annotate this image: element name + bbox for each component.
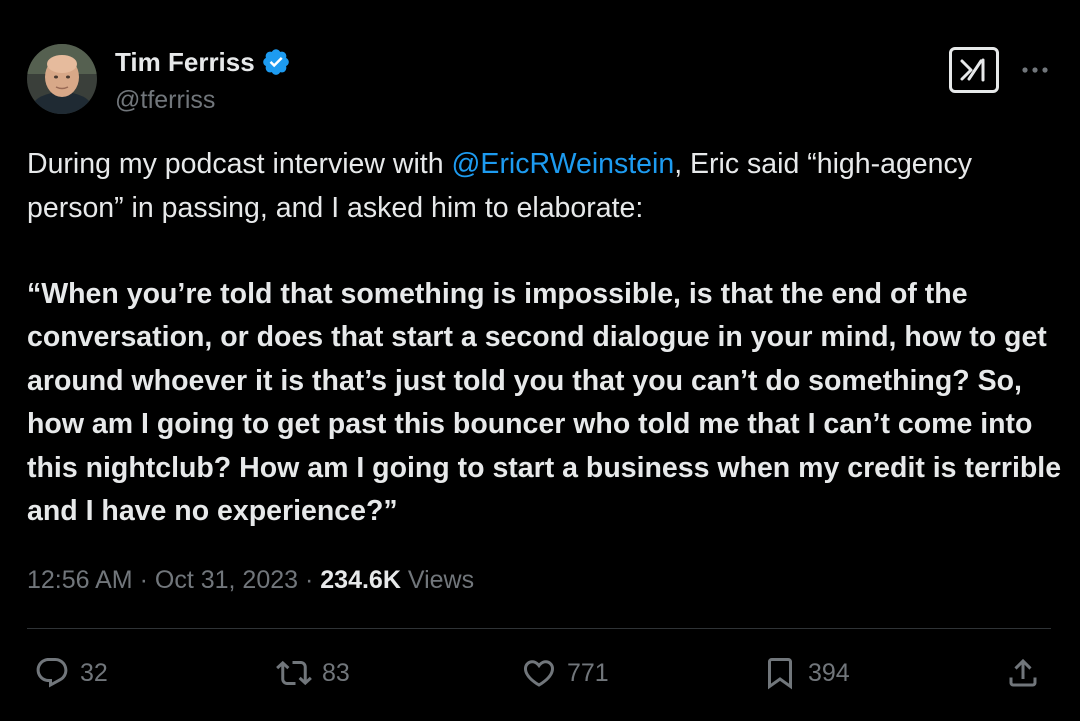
tweet-time[interactable]: 12:56 AM <box>27 566 133 594</box>
heart-icon <box>523 660 555 687</box>
display-name[interactable]: Tim Ferriss <box>115 46 255 78</box>
reply-bubble-icon <box>36 658 68 688</box>
share-button[interactable] <box>1005 648 1041 698</box>
like-count: 771 <box>567 658 609 687</box>
verified-badge-icon <box>261 47 291 77</box>
bookmark-count: 394 <box>808 658 850 687</box>
repost-button[interactable]: 83 <box>276 648 350 698</box>
divider <box>27 628 1051 629</box>
tweet-text-intro: During my podcast interview with <box>27 148 452 180</box>
meta-separator-2: · <box>304 566 314 594</box>
meta-separator: · <box>139 566 148 594</box>
grok-button[interactable] <box>949 47 999 93</box>
tweet-date[interactable]: Oct 31, 2023 <box>155 566 298 594</box>
avatar-photo <box>27 44 97 114</box>
repost-count: 83 <box>322 658 350 687</box>
tweet-meta: 12:56 AM · Oct 31, 2023 · 234.6K Views <box>27 562 474 598</box>
share-upload-icon <box>1009 658 1037 687</box>
views-count: 234.6K <box>320 566 401 594</box>
tweet-quote: “When you’re told that something is impo… <box>27 278 1062 528</box>
xai-grok-logo-icon <box>960 58 985 82</box>
more-dots-icon <box>1022 67 1048 73</box>
reply-count: 32 <box>80 658 108 687</box>
more-options-button[interactable] <box>1018 56 1052 84</box>
author-name-row[interactable]: Tim Ferriss <box>115 46 291 78</box>
tweet-text: During my podcast interview with @EricRW… <box>27 142 1057 230</box>
like-button[interactable]: 771 <box>521 648 609 698</box>
repost-arrows-icon <box>276 660 312 686</box>
bookmark-button[interactable]: 394 <box>762 648 850 698</box>
bookmark-icon <box>768 658 792 690</box>
handle[interactable]: @tferriss <box>115 84 215 116</box>
views-label: Views <box>407 566 475 594</box>
reply-button[interactable]: 32 <box>34 648 108 698</box>
avatar[interactable] <box>27 44 97 114</box>
mention-link[interactable]: @EricRWeinstein <box>452 148 675 180</box>
